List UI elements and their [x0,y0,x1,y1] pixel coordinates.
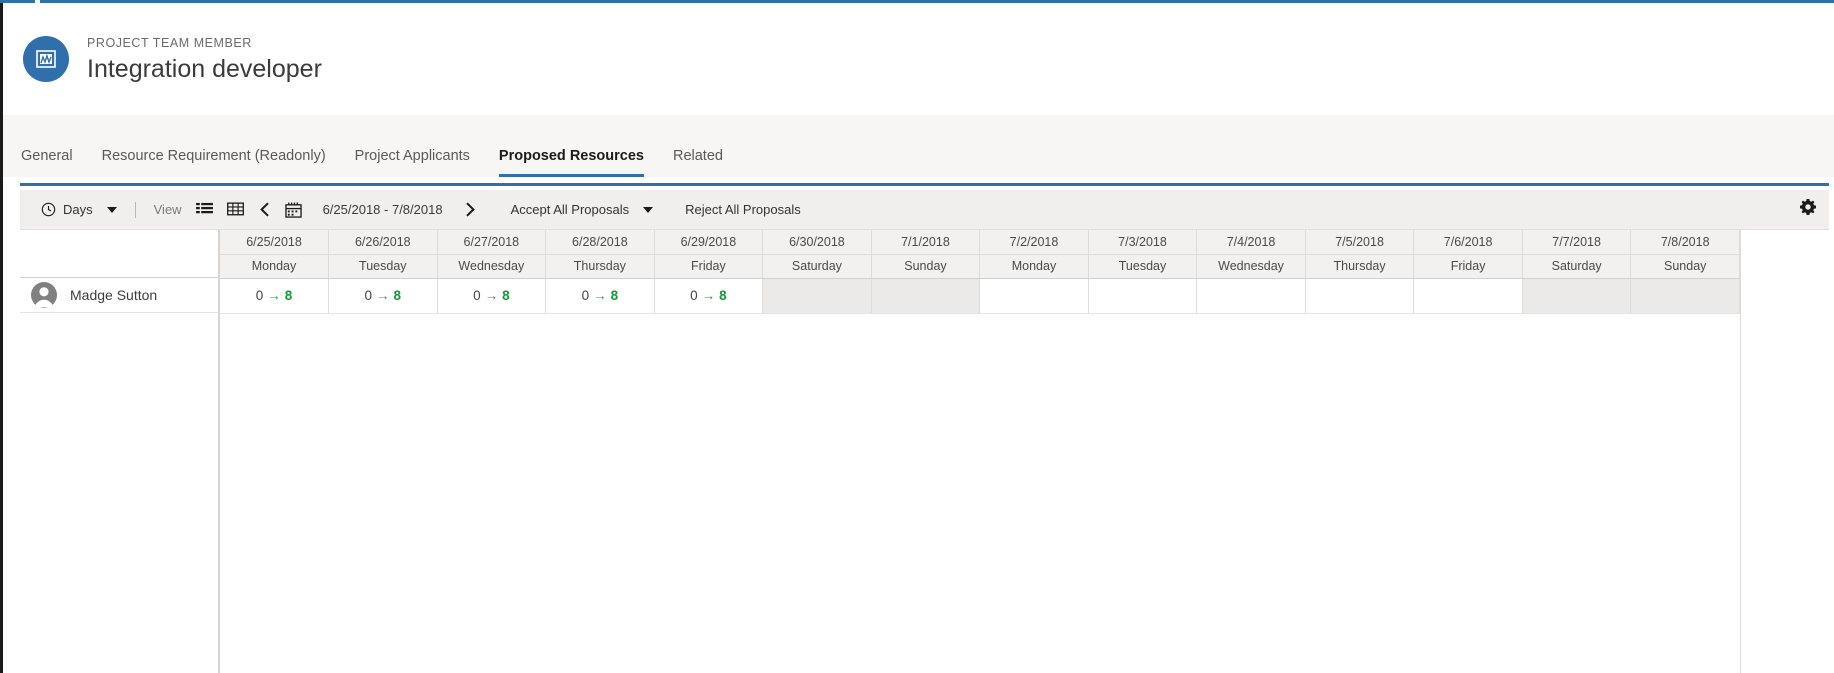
time-scale-dropdown[interactable] [100,195,124,225]
page-title: Integration developer [87,54,322,83]
grid-day-header-row: Monday Tuesday Wednesday Thursday Friday… [220,254,1740,279]
column-date-11: 7/6/2018 [1413,230,1523,255]
arrow-icon: → [376,288,390,303]
clock-icon [41,202,56,217]
gear-icon [1800,199,1816,220]
scheduler-toolbar: Days View 6/25/2018 - 7/8/2018 Accept Al… [20,190,1829,230]
column-date-8: 7/3/2018 [1088,230,1198,255]
column-day-11: Friday [1413,254,1523,279]
column-date-5: 6/30/2018 [762,230,872,255]
grid-view-icon [226,202,244,217]
scheduler-body: Madge Sutton 6/25/2018 6/26/2018 6/27/20… [20,230,1829,673]
proposal-cell-12[interactable] [1522,278,1632,314]
page-header: PROJECT TEAM MEMBER Integration develope… [3,3,1834,115]
grid-date-header-row: 6/25/2018 6/26/2018 6/27/2018 6/28/2018 … [220,230,1740,255]
proposal-cell-3[interactable]: 0 → 8 [545,278,655,314]
tab-strip: General Resource Requirement (Readonly) … [3,115,1834,177]
table-row: 0 → 8 0 → 8 0 → 8 0 → 8 0 → 8 [220,278,1740,314]
column-date-1: 6/26/2018 [328,230,438,255]
column-date-9: 7/4/2018 [1196,230,1306,255]
proposal-cell-10[interactable] [1305,278,1415,314]
column-day-7: Monday [979,254,1089,279]
calendar-picker-button[interactable] [278,195,309,225]
proposal-cell-13[interactable] [1630,278,1740,314]
column-date-4: 6/29/2018 [654,230,764,255]
chevron-down-icon [643,206,654,213]
reject-all-proposals-button[interactable]: Reject All Proposals [678,195,808,225]
arrow-icon: → [484,288,499,303]
column-date-3: 6/28/2018 [545,230,655,255]
arrow-icon: → [593,288,607,303]
column-day-9: Wednesday [1196,254,1306,279]
accept-all-proposals-button[interactable]: Accept All Proposals [504,195,637,225]
resource-column-header [20,230,218,278]
scheduler-panel: Days View 6/25/2018 - 7/8/2018 Accept Al… [20,190,1829,673]
column-day-2: Wednesday [437,254,547,279]
column-date-7: 7/2/2018 [979,230,1089,255]
next-period-button[interactable] [457,195,484,225]
previous-period-button[interactable] [251,195,278,225]
tab-general[interactable]: General [21,147,73,177]
scheduler-settings-button[interactable] [1787,190,1829,230]
proposal-cell-0[interactable]: 0 → 8 [220,278,330,314]
schedule-grid: 6/25/2018 6/26/2018 6/27/2018 6/28/2018 … [220,230,1740,314]
proposal-cell-4[interactable]: 0 → 8 [654,278,764,314]
person-avatar-icon [30,281,58,309]
tab-related[interactable]: Related [673,147,723,177]
resource-list-pane: Madge Sutton [20,230,220,673]
column-date-10: 7/5/2018 [1305,230,1415,255]
proposal-cell-8[interactable] [1088,278,1198,314]
column-day-6: Sunday [871,254,981,279]
time-scale-label: Days [63,202,93,217]
tab-resource-requirement[interactable]: Resource Requirement (Readonly) [102,147,326,177]
column-date-0: 6/25/2018 [220,230,330,255]
column-day-13: Sunday [1630,254,1740,279]
chevron-left-icon [258,202,271,217]
tab-proposed-resources[interactable]: Proposed Resources [498,147,644,177]
column-day-1: Tuesday [328,254,438,279]
proposal-cell-9[interactable] [1196,278,1306,314]
entity-kind-label: PROJECT TEAM MEMBER [87,35,252,50]
calendar-icon [284,202,302,218]
resource-name-label: Madge Sutton [70,287,158,303]
proposal-cell-7[interactable] [979,278,1089,314]
chevron-right-icon [464,202,477,217]
arrow-icon: → [267,288,281,303]
column-day-4: Friday [654,254,764,279]
schedule-grid-pane: 6/25/2018 6/26/2018 6/27/2018 6/28/2018 … [220,230,1829,673]
list-view-icon [195,202,213,217]
tab-section-divider [20,183,1829,186]
view-label: View [153,202,182,217]
column-date-2: 6/27/2018 [437,230,547,255]
column-day-0: Monday [220,254,330,279]
date-range-label[interactable]: 6/25/2018 - 7/8/2018 [309,202,457,217]
proposal-cell-5[interactable] [762,278,872,314]
arrow-icon: → [701,288,716,303]
column-day-3: Thursday [545,254,655,279]
grid-empty-filler [1740,230,1829,673]
chevron-down-icon [106,206,117,213]
column-day-12: Saturday [1522,254,1632,279]
resource-row-madge-sutton[interactable]: Madge Sutton [20,278,218,313]
column-date-13: 7/8/2018 [1630,230,1740,255]
tab-project-applicants[interactable]: Project Applicants [355,147,470,177]
column-date-12: 7/7/2018 [1522,230,1632,255]
list-view-button[interactable] [189,195,220,225]
proposal-cell-11[interactable] [1413,278,1523,314]
accept-all-proposals-dropdown[interactable] [636,195,660,225]
column-day-8: Tuesday [1088,254,1198,279]
proposal-cell-2[interactable]: 0 → 8 [437,278,547,314]
proposal-cell-1[interactable]: 0 → 8 [328,278,438,314]
proposal-cell-6[interactable] [871,278,981,314]
column-day-5: Saturday [762,254,872,279]
grid-view-button[interactable] [220,195,251,225]
project-team-member-icon [23,36,69,82]
column-date-6: 7/1/2018 [871,230,981,255]
column-day-10: Thursday [1305,254,1415,279]
toolbar-separator [134,201,136,218]
time-scale-button[interactable]: Days [34,195,100,225]
